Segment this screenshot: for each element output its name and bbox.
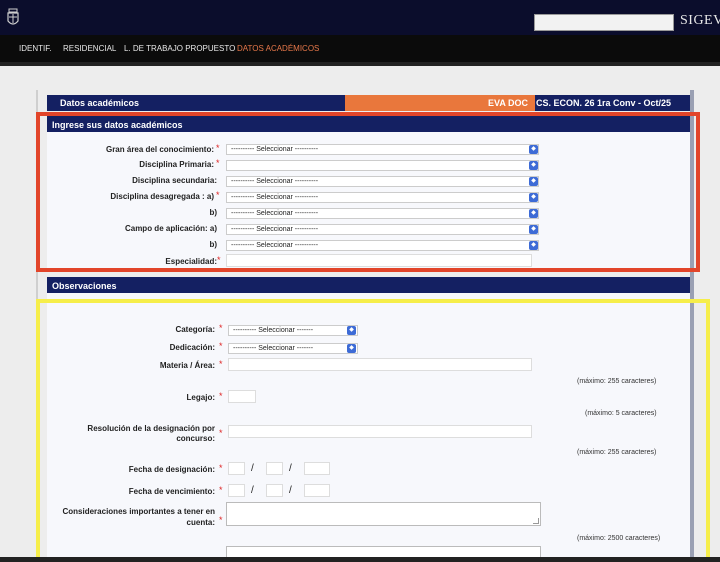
observaciones-section-title: Observaciones	[52, 281, 117, 291]
brand-logo: SIGEVA	[680, 13, 720, 28]
eva-label: EVA DOC	[488, 98, 529, 108]
observaciones-section-bar	[47, 277, 690, 293]
top-search-input[interactable]	[534, 14, 674, 31]
top-bar: SIGEVA	[0, 0, 720, 35]
bottom-edge	[0, 557, 720, 562]
annotation-frame-observaciones	[36, 299, 710, 562]
nav-item-identif[interactable]: IDENTIF.	[19, 44, 51, 53]
nav-item-residencial[interactable]: RESIDENCIAL	[63, 44, 116, 53]
page-title: Datos académicos	[60, 98, 140, 108]
nav-item-lugar-trabajo[interactable]: L. DE TRABAJO PROPUESTO	[124, 44, 235, 53]
main-nav: IDENTIF. RESIDENCIAL L. DE TRABAJO PROPU…	[0, 35, 720, 62]
convocatoria-label: CS. ECON. 26 1ra Conv - Oct/25	[536, 98, 672, 108]
annotation-frame-academic	[36, 112, 700, 272]
crest-icon	[7, 8, 19, 25]
nav-item-datos-academicos[interactable]: DATOS ACADÉMICOS	[237, 44, 319, 53]
